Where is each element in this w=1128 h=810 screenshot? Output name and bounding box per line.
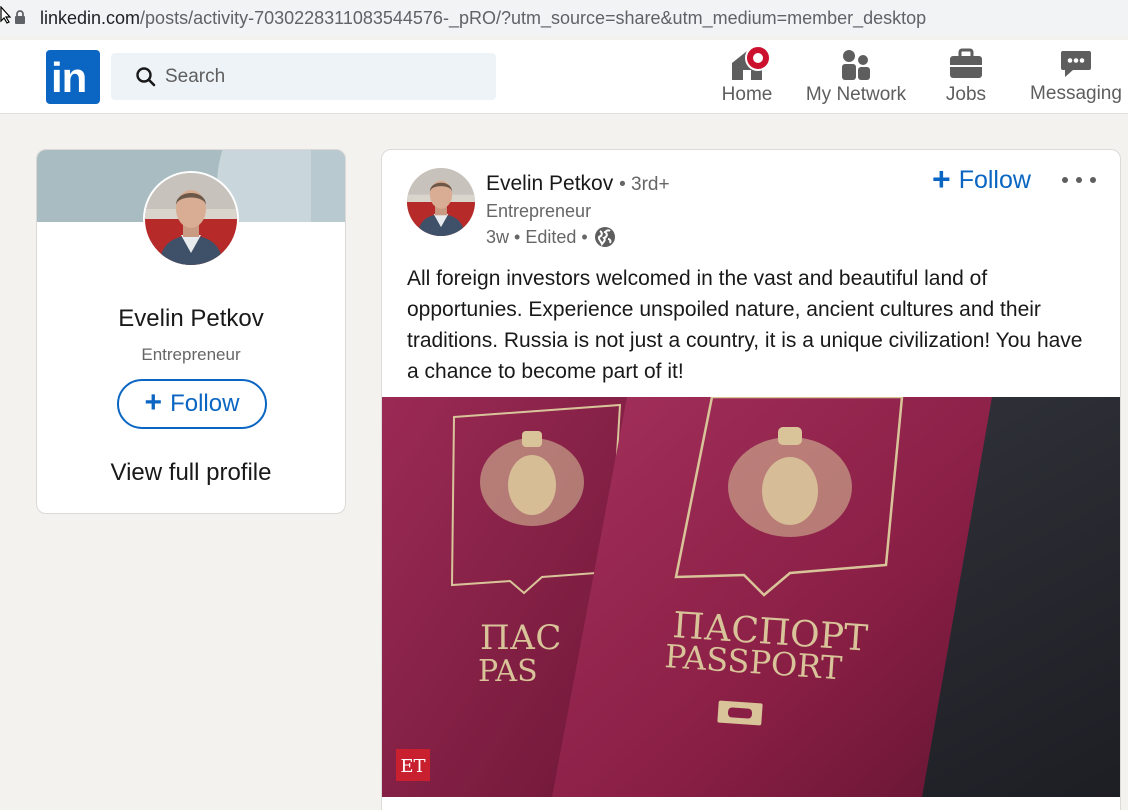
url-text[interactable]: linkedin.com/posts/activity-703022831108…: [40, 8, 926, 29]
globe-icon: [594, 227, 615, 247]
post-follow-label: Follow: [958, 166, 1031, 194]
nav-jobs[interactable]: Jobs: [932, 46, 1000, 108]
nav-my-network-label: My Network: [805, 84, 907, 105]
post-author-name: Evelin Petkov: [486, 172, 614, 195]
follow-button[interactable]: + Follow: [117, 379, 267, 429]
more-options-icon[interactable]: [1060, 168, 1098, 192]
nav-messaging[interactable]: Messaging: [1028, 46, 1124, 108]
nav-my-network[interactable]: My Network: [802, 46, 910, 108]
post-meta: 3w • Edited •: [486, 226, 616, 248]
address-bar[interactable]: linkedin.com/posts/activity-703022831108…: [0, 0, 1128, 36]
post-card: Evelin Petkov • 3rd+ Entrepreneur 3w • E…: [381, 149, 1121, 810]
follow-button-label: Follow: [170, 390, 240, 417]
profile-headline: Entrepreneur: [141, 345, 241, 364]
network-icon: [842, 50, 870, 80]
search-box[interactable]: [111, 53, 496, 100]
lock-icon: [15, 10, 25, 24]
profile-card: Evelin Petkov Entrepreneur + Follow View…: [36, 149, 346, 514]
avatar[interactable]: [143, 171, 239, 267]
post-author[interactable]: Evelin Petkov • 3rd+: [486, 172, 670, 196]
nav-jobs-label: Jobs: [945, 84, 987, 105]
nav-messaging-label: Messaging: [1030, 83, 1122, 104]
connection-degree: • 3rd+: [619, 174, 670, 195]
passport-text-en-back: PAS: [478, 654, 538, 689]
post-text: All foreign investors welcomed in the va…: [407, 267, 1083, 383]
passport-text-ru-back: ПАС: [480, 618, 561, 658]
search-icon: [136, 67, 156, 87]
view-full-profile-link[interactable]: View full profile: [37, 459, 345, 487]
messaging-icon: [1061, 51, 1091, 77]
plus-icon: +: [932, 161, 951, 197]
post-image[interactable]: ПАС PAS ПАСПОРТ PASSPORT ET: [382, 397, 1121, 797]
author-avatar[interactable]: [407, 168, 475, 236]
watermark-text: ET: [400, 756, 425, 777]
linkedin-logo[interactable]: in: [46, 50, 100, 104]
plus-icon: +: [144, 385, 163, 419]
nav-home-label: Home: [721, 84, 773, 105]
url-host: linkedin.com: [40, 8, 141, 28]
mouse-cursor-icon: [0, 6, 12, 24]
notification-badge: [745, 45, 771, 71]
profile-name[interactable]: Evelin Petkov: [37, 305, 345, 333]
search-input[interactable]: [165, 53, 485, 100]
global-nav: in Home My Network Jobs Messaging: [0, 40, 1128, 114]
post-follow-button[interactable]: + Follow: [932, 161, 1031, 197]
nav-home[interactable]: Home: [712, 45, 782, 108]
post-timestamp: 3w • Edited •: [486, 226, 588, 247]
post-author-headline: Entrepreneur: [486, 201, 592, 221]
url-path: /posts/activity-7030228311083544576-_pRO…: [140, 8, 927, 28]
briefcase-icon: [950, 48, 982, 78]
